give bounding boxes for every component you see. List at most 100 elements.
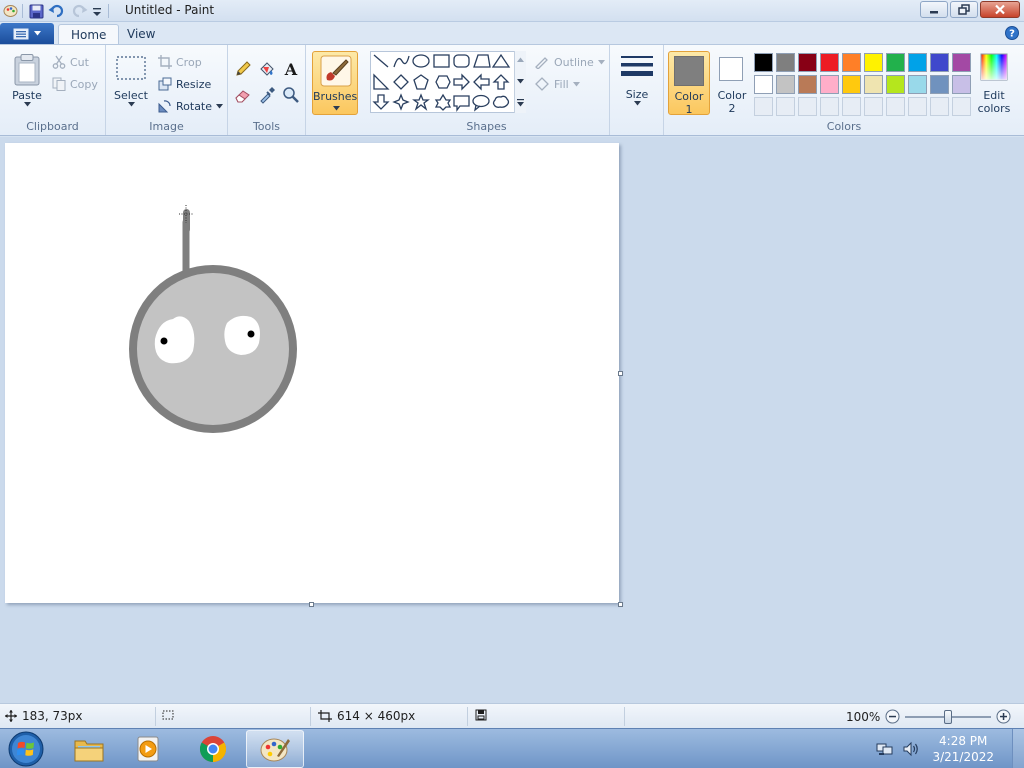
- drawing-canvas[interactable]: [5, 143, 619, 603]
- zoom-out-icon[interactable]: [885, 709, 900, 724]
- palette-custom-slot[interactable]: [754, 97, 773, 116]
- palette-swatch[interactable]: [908, 53, 927, 72]
- paint-menu-button[interactable]: [0, 23, 54, 44]
- resize-button[interactable]: Resize: [158, 75, 211, 93]
- magnifier-tool[interactable]: [281, 85, 301, 105]
- close-button[interactable]: [980, 1, 1020, 18]
- pencil-tool[interactable]: [233, 59, 253, 79]
- palette-custom-slot[interactable]: [952, 97, 971, 116]
- palette-swatch[interactable]: [798, 53, 817, 72]
- canvas-resize-handle-bottom[interactable]: [309, 602, 314, 607]
- palette-swatch[interactable]: [952, 53, 971, 72]
- line-shape[interactable]: [373, 54, 389, 68]
- eraser-tool[interactable]: [233, 85, 253, 105]
- shapes-gallery-scroll[interactable]: [514, 51, 526, 113]
- palette-custom-slot[interactable]: [930, 97, 949, 116]
- taskbar-clock[interactable]: 4:28 PM 3/21/2022: [932, 733, 994, 765]
- color1-button[interactable]: Color 1: [668, 51, 710, 116]
- right-triangle-shape[interactable]: [373, 73, 390, 90]
- zoom-slider-thumb[interactable]: [944, 709, 953, 724]
- show-desktop-button[interactable]: [1012, 729, 1024, 768]
- volume-icon[interactable]: [902, 741, 920, 757]
- tab-home[interactable]: Home: [58, 24, 120, 45]
- outline-button[interactable]: Outline: [534, 53, 605, 71]
- palette-custom-slot[interactable]: [864, 97, 883, 116]
- restore-button[interactable]: [950, 1, 978, 18]
- zoom-in-icon[interactable]: [996, 709, 1011, 724]
- help-icon[interactable]: ?: [1005, 26, 1019, 40]
- palette-swatch[interactable]: [820, 75, 839, 94]
- save-icon[interactable]: [29, 4, 44, 19]
- paste-button[interactable]: Paste: [8, 53, 46, 107]
- canvas-workspace[interactable]: [0, 137, 1024, 703]
- palette-swatch[interactable]: [842, 75, 861, 94]
- palette-custom-slot[interactable]: [776, 97, 795, 116]
- copy-button[interactable]: Copy: [52, 75, 98, 93]
- redo-icon[interactable]: [70, 4, 88, 19]
- left-arrow-shape[interactable]: [473, 73, 490, 91]
- rotate-button[interactable]: Rotate: [158, 97, 224, 115]
- taskbar-chrome[interactable]: [184, 730, 242, 768]
- palette-custom-slot[interactable]: [886, 97, 905, 116]
- four-point-star-shape[interactable]: [392, 93, 410, 111]
- rectangle-callout-shape[interactable]: [453, 95, 470, 112]
- pentagon-shape[interactable]: [413, 74, 429, 90]
- palette-swatch[interactable]: [754, 75, 773, 94]
- oval-callout-shape[interactable]: [472, 94, 490, 112]
- palette-custom-slot[interactable]: [798, 97, 817, 116]
- up-arrow-shape[interactable]: [492, 74, 510, 90]
- fill-button[interactable]: Fill: [534, 75, 580, 93]
- palette-custom-slot[interactable]: [842, 97, 861, 116]
- palette-swatch[interactable]: [864, 75, 883, 94]
- cloud-callout-shape[interactable]: [492, 95, 510, 108]
- palette-swatch[interactable]: [886, 53, 905, 72]
- down-arrow-shape[interactable]: [372, 94, 390, 110]
- text-tool[interactable]: A: [281, 59, 301, 79]
- palette-swatch[interactable]: [754, 53, 773, 72]
- brushes-button[interactable]: Brushes: [312, 51, 358, 115]
- edit-colors-button[interactable]: Edit colors: [974, 51, 1014, 115]
- crop-button[interactable]: Crop: [158, 53, 202, 71]
- hexagon-shape[interactable]: [435, 75, 451, 89]
- polygon-shape[interactable]: [473, 54, 491, 68]
- oval-shape[interactable]: [412, 54, 430, 68]
- palette-swatch[interactable]: [820, 53, 839, 72]
- canvas-resize-handle-corner[interactable]: [618, 602, 623, 607]
- palette-swatch[interactable]: [908, 75, 927, 94]
- tab-view[interactable]: View: [115, 24, 167, 45]
- triangle-shape[interactable]: [491, 53, 511, 68]
- color2-button[interactable]: Color 2: [712, 51, 752, 115]
- canvas-resize-handle-right[interactable]: [618, 371, 623, 376]
- customize-qat-icon[interactable]: [92, 4, 102, 19]
- palette-swatch[interactable]: [952, 75, 971, 94]
- minimize-button[interactable]: [920, 1, 948, 18]
- taskbar-explorer[interactable]: [60, 730, 118, 768]
- fill-tool[interactable]: [257, 59, 277, 79]
- five-point-star-shape[interactable]: [412, 93, 430, 111]
- right-arrow-shape[interactable]: [453, 73, 470, 91]
- diamond-shape[interactable]: [393, 74, 409, 90]
- palette-custom-slot[interactable]: [908, 97, 927, 116]
- size-button[interactable]: Size: [618, 53, 656, 106]
- windows-start-button[interactable]: [6, 730, 46, 768]
- palette-swatch[interactable]: [930, 75, 949, 94]
- rounded-rectangle-shape[interactable]: [453, 54, 470, 68]
- color-picker-tool[interactable]: [257, 85, 277, 105]
- network-icon[interactable]: [876, 741, 894, 757]
- taskbar-media-player[interactable]: [120, 730, 178, 768]
- palette-swatch[interactable]: [864, 53, 883, 72]
- palette-swatch[interactable]: [930, 53, 949, 72]
- cut-button[interactable]: Cut: [52, 53, 89, 71]
- palette-swatch[interactable]: [886, 75, 905, 94]
- undo-icon[interactable]: [48, 4, 66, 19]
- palette-swatch[interactable]: [776, 75, 795, 94]
- palette-swatch[interactable]: [842, 53, 861, 72]
- taskbar-paint[interactable]: [246, 730, 304, 768]
- palette-swatch[interactable]: [798, 75, 817, 94]
- palette-swatch[interactable]: [776, 53, 795, 72]
- select-button[interactable]: Select: [112, 55, 150, 107]
- palette-custom-slot[interactable]: [820, 97, 839, 116]
- rectangle-shape[interactable]: [433, 54, 450, 68]
- curve-shape[interactable]: [393, 55, 410, 68]
- six-point-star-shape[interactable]: [434, 93, 452, 111]
